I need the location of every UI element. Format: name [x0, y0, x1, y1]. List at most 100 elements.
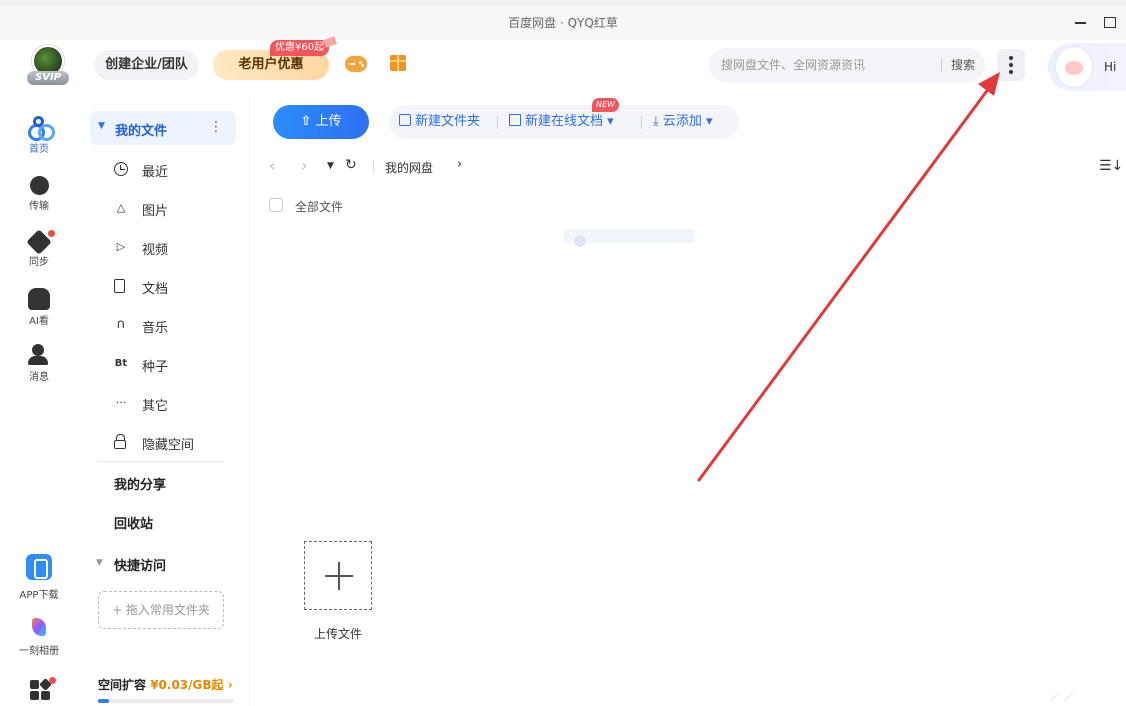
chevron-right-icon: › — [457, 157, 463, 172]
corner-decoration: ⟋⟋ — [1050, 690, 1078, 706]
new-folder-label: 新建文件夹 — [415, 114, 481, 129]
caret-down-icon[interactable]: ▼ — [327, 161, 334, 171]
album-icon — [32, 618, 46, 636]
caret-down-icon: ▾ — [603, 114, 614, 129]
upload-file-tile[interactable] — [304, 541, 372, 610]
sidebar-item-label: 视频 — [142, 243, 169, 258]
gift-icon[interactable] — [390, 55, 406, 71]
title-bar: 百度网盘 · QYQ红草 — [0, 0, 1126, 40]
upload-button[interactable]: ⇧ 上传 — [273, 105, 369, 139]
nav-item-album[interactable]: 一刻相册 — [14, 618, 64, 657]
nav-item-home[interactable]: 首页 — [14, 116, 64, 155]
message-icon — [28, 344, 50, 366]
sidebar-item-recent[interactable]: 最近 — [98, 153, 228, 185]
more-menu-button[interactable] — [997, 49, 1025, 81]
file-toolbar: 新建文件夹 新建在线文档 ▾ ⤓ 云添加 ▾ — [389, 105, 739, 139]
top-header: SVIP 创建企业/团队 老用户优惠 优惠¥60起 搜索 Hi — [0, 40, 1126, 96]
more-icon: ··· — [115, 396, 127, 409]
nav-item-app-download[interactable]: APP下载 — [14, 554, 64, 601]
nav-item-sync[interactable]: 同步 — [14, 229, 64, 268]
headphones-icon: ∩ — [116, 317, 126, 332]
more-vertical-icon-dot — [1009, 63, 1013, 67]
nav-label: 传输 — [29, 201, 49, 212]
image-icon: △ — [116, 201, 126, 214]
sidebar-item-label: 我的文件 — [115, 124, 168, 139]
upload-button-label: 上传 — [315, 114, 342, 129]
sidebar-item-my-files[interactable]: ▼ 我的文件 ⋮ — [90, 111, 236, 145]
nav-label: 一刻相册 — [19, 646, 59, 657]
notification-dot — [48, 230, 55, 237]
nav-label: 消息 — [29, 372, 49, 383]
assistant-avatar-icon — [1056, 47, 1092, 87]
sidebar-item-label: 音乐 — [142, 321, 169, 336]
caret-down-icon[interactable]: ▼ — [98, 121, 105, 131]
sidebar-item-documents[interactable]: 文档 — [98, 270, 228, 302]
nav-item-ai[interactable]: AI看 — [14, 288, 64, 327]
loading-placeholder — [564, 229, 694, 247]
sort-list-icon[interactable]: ☰↓ — [1099, 158, 1123, 174]
nav-item-message[interactable]: 消息 — [14, 344, 64, 383]
more-vertical-icon[interactable]: ⋮ — [209, 119, 223, 135]
space-price: ¥0.03/GB起 — [150, 678, 224, 692]
nav-item-transfer[interactable]: 传输 — [14, 176, 64, 212]
caret-down-icon[interactable]: ▼ — [96, 558, 103, 568]
breadcrumb-root[interactable]: 我的网盘 — [385, 159, 433, 176]
upload-file-label: 上传文件 — [313, 627, 362, 641]
select-all-checkbox[interactable] — [269, 198, 283, 212]
new-folder-icon — [399, 114, 411, 126]
maximize-icon[interactable] — [1101, 13, 1119, 31]
more-vertical-icon — [1009, 56, 1013, 60]
toolbar-divider — [641, 116, 642, 129]
back-arrow-icon[interactable]: ‹ — [269, 156, 275, 175]
sidebar-item-label: 最近 — [142, 165, 169, 180]
cloud-add-button[interactable]: ⤓ 云添加 ▾ — [653, 105, 713, 139]
sidebar-item-label: 其它 — [142, 399, 169, 414]
upload-arrow-icon: ⇧ — [300, 114, 312, 129]
sidebar-item-hidden-space[interactable]: 隐藏空间 — [98, 426, 228, 458]
nav-item-more-apps[interactable] — [14, 677, 64, 700]
cloud-add-label: 云添加 — [662, 114, 702, 129]
sidebar-item-other[interactable]: ··· 其它 — [98, 387, 228, 419]
sidebar-item-recycle-bin[interactable]: 回收站 — [114, 513, 153, 532]
sidebar-item-images[interactable]: △ 图片 — [98, 192, 228, 224]
breadcrumb-divider — [373, 160, 374, 174]
search-input[interactable] — [709, 48, 934, 82]
sidebar: ▼ 我的文件 ⋮ 最近 △ 图片 ▷ 视频 文档 ∩ 音乐 Bt 种子 ··· … — [78, 96, 250, 706]
window-title: 百度网盘 · QYQ红草 — [508, 16, 618, 30]
ai-icon — [28, 288, 50, 310]
download-icon: ⤓ — [653, 114, 663, 129]
nav-label: AI看 — [29, 316, 49, 327]
avatar[interactable]: SVIP — [27, 45, 69, 85]
new-folder-button[interactable]: 新建文件夹 — [399, 105, 480, 139]
new-badge: NEW — [592, 98, 619, 112]
sidebar-item-my-share[interactable]: 我的分享 — [114, 474, 166, 493]
cloud-home-icon — [28, 116, 55, 141]
sidebar-item-label: 文档 — [142, 282, 169, 297]
space-expand-link[interactable]: 空间扩容 ¥0.03/GB起 › — [98, 676, 233, 693]
sidebar-item-torrents[interactable]: Bt 种子 — [98, 348, 228, 380]
sidebar-item-quick-access[interactable]: 快捷访问 — [114, 555, 166, 574]
create-enterprise-button[interactable]: 创建企业/团队 — [94, 50, 199, 80]
sidebar-divider — [98, 461, 224, 462]
sidebar-item-label: 种子 — [142, 360, 169, 375]
quick-access-drop-zone[interactable]: + 拖入常用文件夹 — [98, 591, 224, 629]
hi-label: Hi — [1104, 60, 1117, 74]
minimize-icon[interactable] — [1072, 13, 1090, 31]
main-content: ⇧ 上传 新建文件夹 新建在线文档 ▾ ⤓ 云添加 ▾ NEW ‹ › ▼ ↻ 我… — [251, 96, 1126, 706]
refresh-icon[interactable]: ↻ — [345, 157, 357, 173]
caret-down-icon: ▾ — [701, 114, 713, 129]
sidebar-item-videos[interactable]: ▷ 视频 — [98, 231, 228, 263]
transfer-icon — [29, 176, 49, 195]
gamepad-icon[interactable] — [345, 56, 367, 72]
document-icon — [114, 279, 125, 293]
sidebar-item-label: 隐藏空间 — [142, 438, 195, 453]
forward-arrow-icon[interactable]: › — [301, 156, 307, 175]
torrent-icon: Bt — [114, 358, 128, 369]
assistant-greeting[interactable]: Hi — [1048, 43, 1126, 91]
space-usage-bar — [98, 699, 234, 703]
sidebar-item-music[interactable]: ∩ 音乐 — [98, 309, 228, 341]
breadcrumb: ‹ › ▼ ↻ 我的网盘 › ☰↓ — [265, 156, 1125, 180]
nav-label: 首页 — [29, 144, 49, 155]
select-all-label: 全部文件 — [295, 200, 344, 214]
search-button[interactable]: 搜索 — [943, 48, 983, 82]
